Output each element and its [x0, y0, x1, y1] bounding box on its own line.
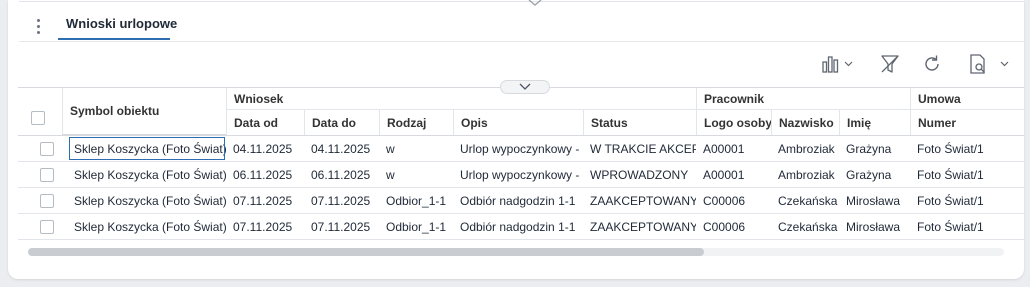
cell-data-do[interactable]: 06.11.2025	[304, 162, 379, 187]
column-header-status[interactable]: Status	[583, 110, 696, 135]
cell-data-do[interactable]: 04.11.2025	[304, 136, 379, 161]
tab-wnioski-urlopowe[interactable]: Wnioski urlopowe	[58, 16, 185, 40]
cell-data-od[interactable]: 06.11.2025	[226, 162, 304, 187]
cell-status[interactable]: ZAAKCEPTOWANY	[583, 188, 696, 213]
data-grid: Wniosek Pracownik Umowa Data od Data do …	[18, 87, 1024, 244]
group-header-pracownik: Pracownik	[696, 88, 910, 110]
cell-symbol[interactable]: Sklep Koszycka (Foto Świat)	[68, 136, 226, 161]
cell-nazwisko[interactable]: Czekańska	[771, 188, 839, 213]
horizontal-scrollbar[interactable]	[28, 248, 1004, 256]
document-search-icon	[970, 54, 1009, 74]
cell-symbol[interactable]: Sklep Koszycka (Foto Świat)	[68, 162, 226, 187]
column-header-numer[interactable]: Numer	[910, 110, 1024, 135]
cell-rodzaj[interactable]: w	[379, 162, 453, 187]
cell-nazwisko[interactable]: Czekańska	[771, 214, 839, 239]
select-all-checkbox[interactable]	[31, 111, 45, 125]
top-divider	[19, 1, 1024, 2]
cell-nazwisko[interactable]: Ambroziak	[771, 136, 839, 161]
cell-data-do[interactable]: 07.11.2025	[304, 188, 379, 213]
cell-status[interactable]: ZAAKCEPTOWANY	[583, 214, 696, 239]
cell-nazwisko[interactable]: Ambroziak	[771, 162, 839, 187]
table-row[interactable]: Sklep Koszycka (Foto Świat) 04.11.2025 0…	[18, 136, 1024, 162]
chevron-down-icon	[844, 61, 853, 67]
cell-rodzaj[interactable]: Odbior_1-1	[379, 188, 453, 213]
filter-clear-icon	[881, 55, 899, 73]
cell-imie[interactable]: Grażyna	[839, 136, 910, 161]
refresh-button[interactable]	[921, 53, 943, 75]
table-row[interactable]: Sklep Koszycka (Foto Świat) 07.11.2025 0…	[18, 214, 1024, 240]
column-header-imie[interactable]: Imię	[839, 110, 910, 135]
row-checkbox[interactable]	[40, 168, 54, 182]
cell-data-do[interactable]: 07.11.2025	[304, 214, 379, 239]
group-header-umowa: Umowa	[910, 88, 1024, 110]
tab-divider	[19, 41, 1024, 42]
cell-status[interactable]: W TRAKCIE AKCEPT	[583, 136, 696, 161]
cell-symbol[interactable]: Sklep Koszycka (Foto Świat)	[68, 188, 226, 213]
cell-imie[interactable]: Grażyna	[839, 162, 910, 187]
chart-button[interactable]	[820, 53, 856, 75]
group-header-wniosek: Wniosek	[226, 88, 696, 110]
cell-status[interactable]: WPROWADZONY	[583, 162, 696, 187]
cell-rodzaj[interactable]: w	[379, 136, 453, 161]
cell-imie[interactable]: Mirosława	[839, 214, 910, 239]
table-row[interactable]: Sklep Koszycka (Foto Świat) 07.11.2025 0…	[18, 188, 1024, 214]
column-header-data-od[interactable]: Data od	[226, 110, 304, 135]
table-row[interactable]: Sklep Koszycka (Foto Świat) 06.11.2025 0…	[18, 162, 1024, 188]
scrollbar-thumb[interactable]	[28, 248, 704, 256]
chart-icon	[822, 56, 853, 73]
chevron-down-icon	[1000, 61, 1009, 67]
cell-data-od[interactable]: 04.11.2025	[226, 136, 304, 161]
column-header-rodzaj[interactable]: Rodzaj	[379, 110, 453, 135]
refresh-icon	[925, 55, 939, 71]
cell-numer[interactable]: Foto Świat/1	[910, 136, 1024, 161]
cell-opis[interactable]: Urlop wypoczynkowy - I	[453, 162, 583, 187]
column-header-symbol-obiektu[interactable]: Symbol obiektu	[62, 88, 226, 135]
more-options-icon[interactable]	[33, 16, 43, 36]
chevron-down-icon	[519, 83, 531, 90]
cell-symbol[interactable]: Sklep Koszycka (Foto Świat)	[68, 214, 226, 239]
row-checkbox[interactable]	[40, 142, 54, 156]
row-checkbox[interactable]	[40, 220, 54, 234]
cell-logo-osoby[interactable]: A00001	[696, 162, 771, 187]
cell-numer[interactable]: Foto Świat/1	[910, 162, 1024, 187]
cell-logo-osoby[interactable]: C00006	[696, 214, 771, 239]
active-tab-indicator	[58, 38, 170, 40]
document-search-button[interactable]	[966, 53, 1014, 75]
main-card: Wnioski urlopowe Wniosek Pracownik Umowa…	[8, 0, 1024, 279]
cell-rodzaj[interactable]: Odbior_1-1	[379, 214, 453, 239]
cell-imie[interactable]: Mirosława	[839, 188, 910, 213]
select-all-header	[18, 88, 62, 136]
column-header-data-do[interactable]: Data do	[304, 110, 379, 135]
column-header-nazwisko[interactable]: Nazwisko	[771, 110, 839, 135]
collapse-toolbar-button[interactable]	[500, 80, 550, 94]
cell-opis[interactable]: Urlop wypoczynkowy - I	[453, 136, 583, 161]
cell-opis[interactable]: Odbiór nadgodzin 1-1	[453, 214, 583, 239]
cell-logo-osoby[interactable]: A00001	[696, 136, 771, 161]
column-header-logo-osoby[interactable]: Logo osoby	[696, 110, 771, 135]
chevron-down-icon[interactable]	[528, 0, 542, 7]
cell-numer[interactable]: Foto Świat/1	[910, 214, 1024, 239]
cell-logo-osoby[interactable]: C00006	[696, 188, 771, 213]
cell-numer[interactable]: Foto Świat/1	[910, 188, 1024, 213]
clear-filter-button[interactable]	[879, 53, 901, 75]
row-checkbox[interactable]	[40, 194, 54, 208]
cell-opis[interactable]: Odbiór nadgodzin 1-1	[453, 188, 583, 213]
cell-data-od[interactable]: 07.11.2025	[226, 214, 304, 239]
cell-data-od[interactable]: 07.11.2025	[226, 188, 304, 213]
column-header-opis[interactable]: Opis	[453, 110, 583, 135]
